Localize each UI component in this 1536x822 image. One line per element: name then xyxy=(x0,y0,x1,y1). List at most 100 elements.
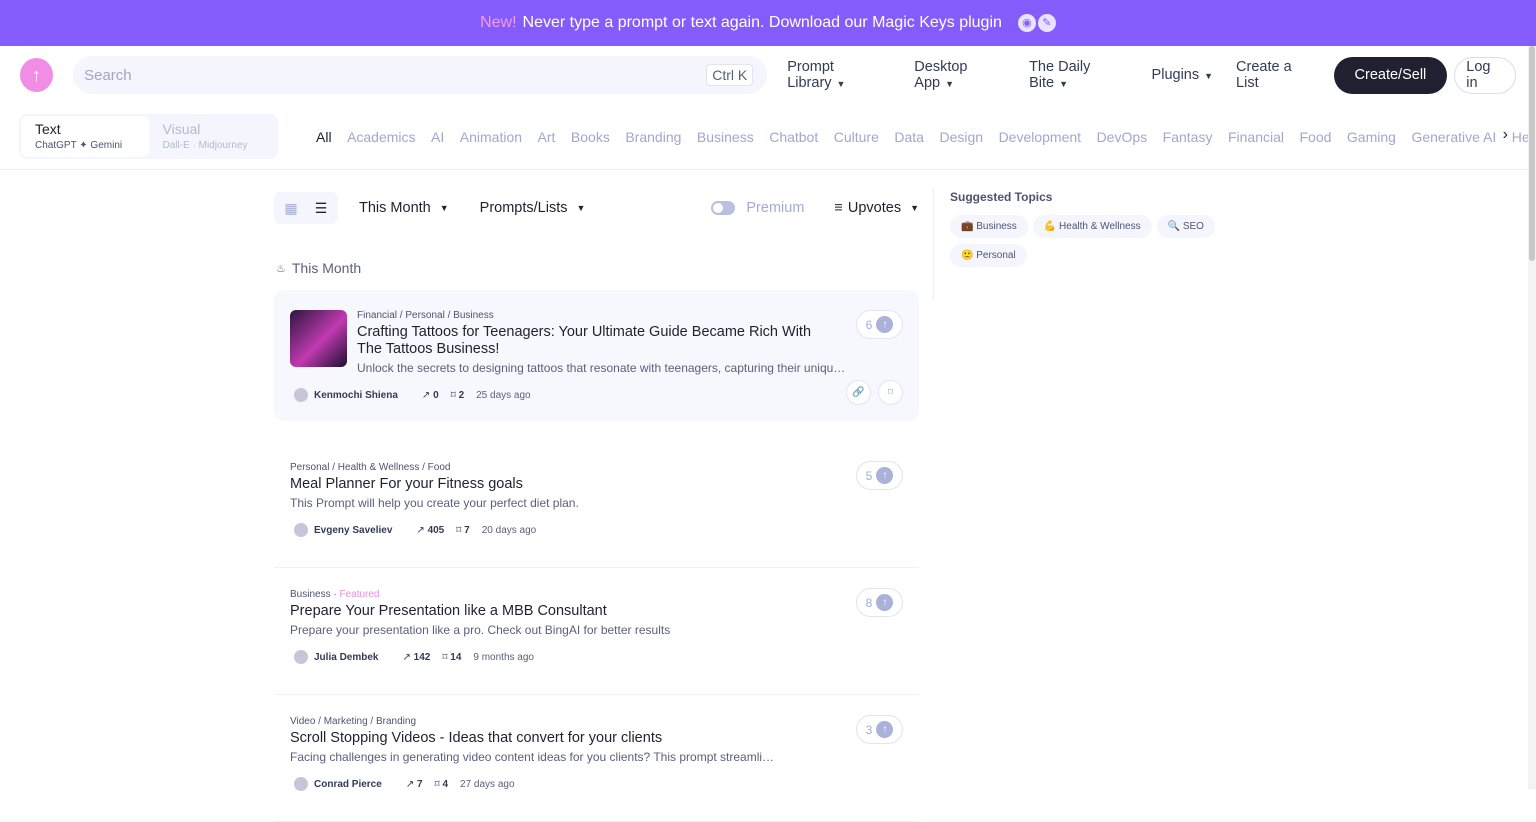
grid-view-icon[interactable]: ▦ xyxy=(276,194,306,222)
saves-count: ⌑ 4 xyxy=(435,779,448,790)
prompt-title[interactable]: Scroll Stopping Videos - Ideas that conv… xyxy=(290,730,770,747)
menu-item[interactable]: Create a List xyxy=(1236,59,1315,91)
prompt-feed: ▦ ☰ This Month ▼ Prompts/Lists ▼ Premium ≡… xyxy=(274,192,919,822)
promo-banner[interactable]: New! Never type a prompt or text again. … xyxy=(0,0,1536,46)
search-input[interactable] xyxy=(84,66,685,84)
category-tab[interactable]: Financial xyxy=(1228,129,1284,145)
bookmark-icon: ⌑ xyxy=(450,389,456,401)
bookmark-icon: ⌑ xyxy=(442,651,448,663)
chevron-down-icon: ▼ xyxy=(439,203,449,213)
author-name[interactable]: Conrad Pierce xyxy=(314,779,382,790)
menu-label: Create a List xyxy=(1236,59,1292,91)
list-view-icon[interactable]: ☰ xyxy=(306,194,336,222)
category-tab[interactable]: Design xyxy=(939,129,983,145)
mode-text-label: Text xyxy=(35,121,61,137)
toggle-switch[interactable] xyxy=(711,201,736,215)
premium-toggle[interactable]: Premium xyxy=(711,200,804,216)
upvote-button[interactable]: 5 ↑ xyxy=(856,461,903,490)
prompt-title[interactable]: Meal Planner For your Fitness goals xyxy=(290,476,770,493)
bookmark-icon[interactable]: ⌑ xyxy=(878,380,903,405)
premium-label: Premium xyxy=(746,200,805,216)
vote-count: 6 xyxy=(865,317,873,332)
category-tab[interactable]: Chatbot xyxy=(769,129,818,145)
mode-visual[interactable]: Visual Dall-E · Midjourney xyxy=(149,116,277,157)
topic-chip[interactable]: 🔍 SEO xyxy=(1156,215,1215,238)
sort-dropdown[interactable]: ≡ Upvotes ▼ xyxy=(834,200,919,216)
timestamp: 9 months ago xyxy=(473,651,534,663)
category-tab[interactable]: Development xyxy=(999,129,1082,145)
period-label: This Month xyxy=(359,200,431,216)
category-tab[interactable]: Academics xyxy=(347,129,415,145)
saves-count: ⌑ 2 xyxy=(451,390,464,401)
arrow-up-icon: ↑ xyxy=(876,316,894,333)
author-name[interactable]: Evgeny Saveliev xyxy=(314,525,392,536)
category-tab[interactable]: Generative AI xyxy=(1411,129,1496,145)
arrow-up-right-icon: ↗ xyxy=(402,651,411,663)
menu-item[interactable]: Plugins ▼ xyxy=(1152,67,1213,83)
mode-switch: Text ChatGPT ✦ Gemini Visual Dall-E · Midj… xyxy=(19,114,278,159)
category-tab[interactable]: Food xyxy=(1299,129,1331,145)
category-path: Financial / Personal / Business xyxy=(357,310,494,321)
category-path: Video / Marketing / Branding xyxy=(290,716,417,727)
upvote-button[interactable]: 6 ↑ xyxy=(856,310,903,339)
uses-count: ↗ 142 xyxy=(402,652,430,663)
upvote-button[interactable]: 3 ↑ xyxy=(856,715,903,744)
prompt-card[interactable]: Financial / Personal / Business Crafting… xyxy=(274,290,919,421)
prompt-card[interactable]: Personal / Health & Wellness / Food Meal… xyxy=(274,441,919,568)
author-name[interactable]: Kenmochi Shiena xyxy=(314,390,398,401)
topic-chip[interactable]: 💼 Business xyxy=(950,215,1028,238)
top-nav: ↑ Ctrl K Prompt Library▼ Desktop App▼ The … xyxy=(0,46,1536,104)
type-label: Prompts/Lists xyxy=(479,200,568,216)
prompt-title[interactable]: Crafting Tattoos for Teenagers: Your Ult… xyxy=(357,324,837,358)
link-icon[interactable]: 🔗 xyxy=(846,380,871,405)
menu-item[interactable]: The Daily Bite ▼ xyxy=(1029,59,1128,91)
card-actions: 🔗 ⌑ xyxy=(846,380,903,405)
logo-icon[interactable]: ↑ xyxy=(20,58,54,92)
category-tab[interactable]: Animation xyxy=(460,129,522,145)
prompt-categories: Business · Featured xyxy=(290,589,380,600)
prompt-card[interactable]: Business · Featured Prepare Your Present… xyxy=(274,568,919,695)
scrollbar-thumb[interactable] xyxy=(1529,46,1535,261)
prompt-meta: Evgeny Saveliev ↗ 405 ⌑ 7 20 days ago xyxy=(290,523,903,537)
category-tab[interactable]: Books xyxy=(571,129,610,145)
topic-chip[interactable]: 🙂 Personal xyxy=(950,244,1027,267)
author-name[interactable]: Julia Dembek xyxy=(314,652,378,663)
category-tab[interactable]: DevOps xyxy=(1097,129,1148,145)
chevron-right-icon[interactable]: › xyxy=(1498,126,1508,144)
category-path: Personal / Health & Wellness / Food xyxy=(290,462,451,473)
create-sell-button[interactable]: Create/Sell xyxy=(1333,56,1448,94)
featured-badge: Featured xyxy=(339,589,380,600)
saves-count: ⌑ 14 xyxy=(442,652,461,663)
suggested-title: Suggested Topics xyxy=(950,190,1053,204)
mode-text-sub: ChatGPT ✦ Gemini xyxy=(35,140,123,151)
menu-item[interactable]: Desktop App ▼ xyxy=(914,59,1006,91)
category-tab[interactable]: Gaming xyxy=(1347,129,1396,145)
category-tab[interactable]: Fantasy xyxy=(1163,129,1213,145)
prompt-title[interactable]: Prepare Your Presentation like a MBB Con… xyxy=(290,603,770,620)
menu-item[interactable]: Prompt Library ▼ xyxy=(787,59,891,91)
prompt-list: Financial / Personal / Business Crafting… xyxy=(274,290,919,822)
bookmark-icon: ⌑ xyxy=(456,524,462,536)
prompt-card[interactable]: Video / Marketing / Branding Scroll Stop… xyxy=(274,695,919,822)
search-bar[interactable]: Ctrl K xyxy=(73,56,768,94)
mode-text[interactable]: Text ChatGPT ✦ Gemini xyxy=(21,116,149,157)
fire-icon: ♨ xyxy=(276,262,286,275)
category-tab[interactable]: Business xyxy=(697,129,754,145)
chevron-down-icon: ▼ xyxy=(945,79,955,89)
login-button[interactable]: Log in xyxy=(1454,56,1516,94)
uses-count: ↗ 7 xyxy=(406,779,423,790)
category-tab[interactable]: Art xyxy=(538,129,556,145)
upvote-button[interactable]: 8 ↑ xyxy=(856,588,903,617)
vote-count: 3 xyxy=(865,722,873,737)
category-tab[interactable]: AI xyxy=(431,129,444,145)
category-tab[interactable]: Branding xyxy=(625,129,681,145)
scrollbar[interactable] xyxy=(1528,46,1536,789)
type-dropdown[interactable]: Prompts/Lists ▼ xyxy=(480,200,586,216)
category-tab[interactable]: All xyxy=(316,129,332,145)
period-dropdown[interactable]: This Month ▼ xyxy=(359,200,449,216)
category-tab[interactable]: Data xyxy=(894,129,924,145)
prompt-description: Facing challenges in generating video co… xyxy=(290,750,780,764)
sort-label: Upvotes xyxy=(847,200,902,216)
topic-chip[interactable]: 💪 Health & Wellness xyxy=(1032,215,1152,238)
category-tab[interactable]: Culture xyxy=(834,129,879,145)
